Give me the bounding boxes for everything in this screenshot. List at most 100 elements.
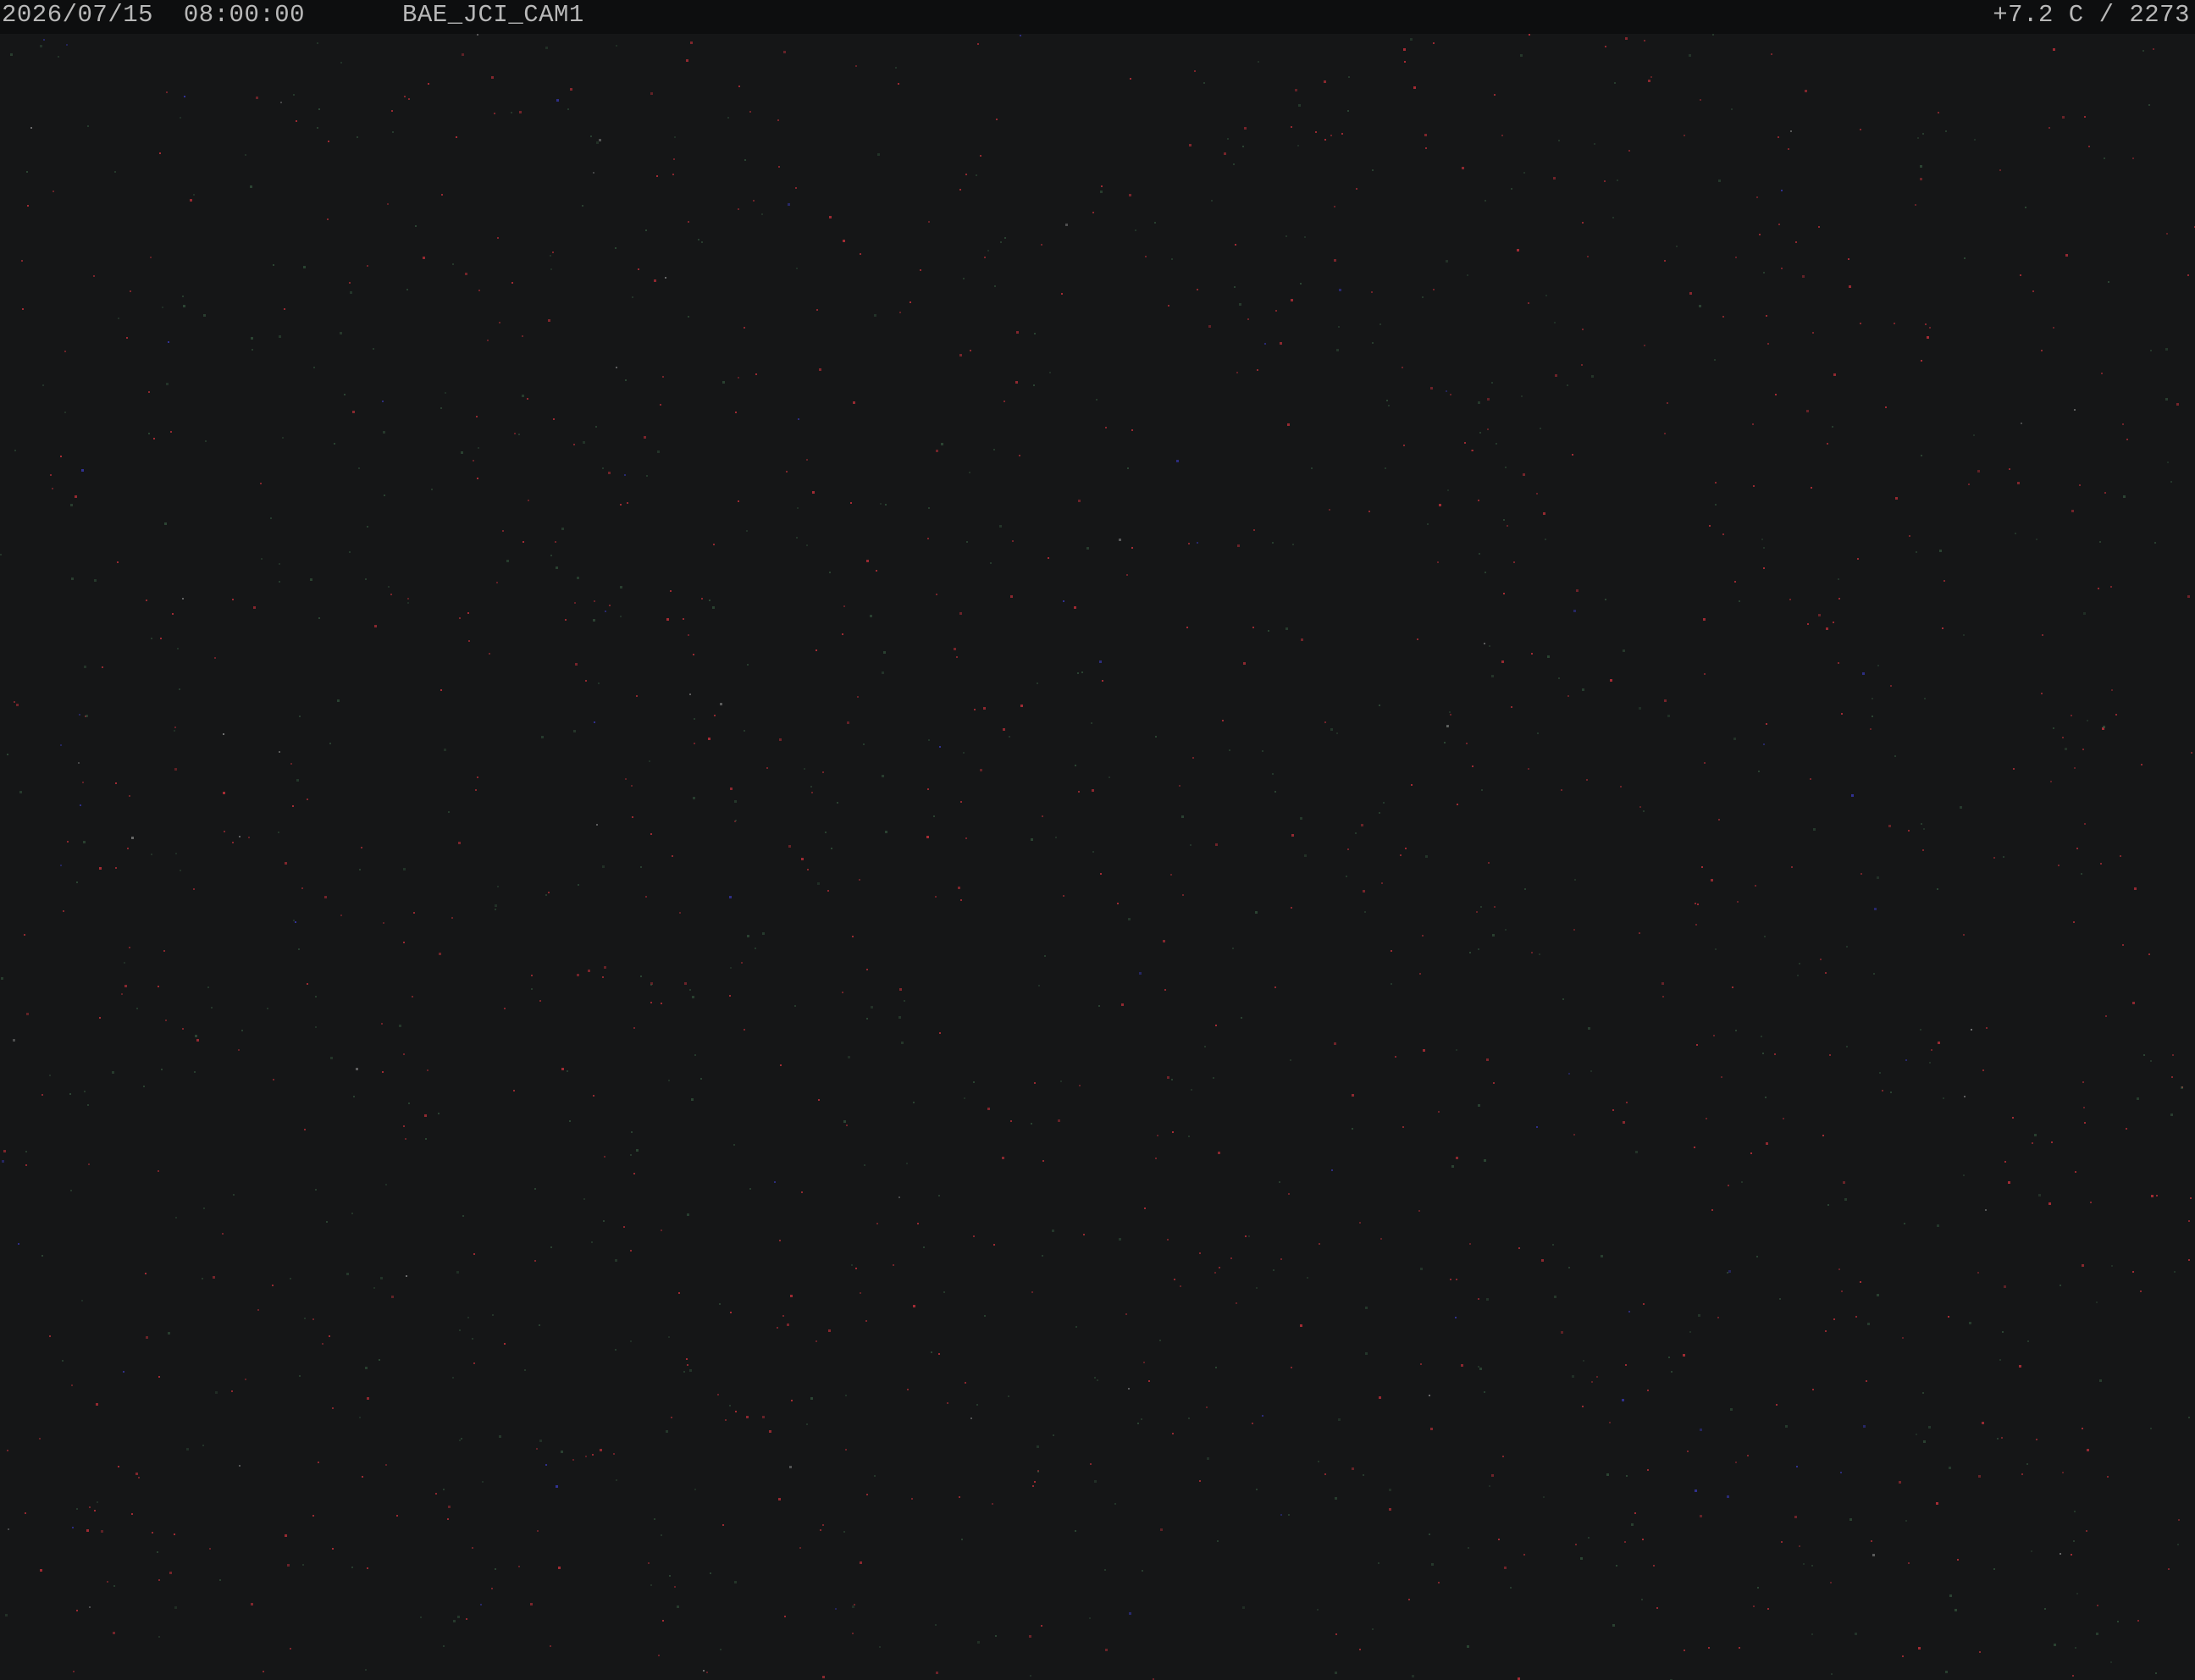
noise-pixel [790, 1295, 793, 1297]
noise-pixel [1507, 525, 1508, 527]
noise-pixel [322, 1343, 323, 1345]
noise-pixel [1581, 364, 1583, 366]
noise-pixel [1331, 1169, 1333, 1171]
noise-pixel [1471, 450, 1473, 451]
noise-pixel [1644, 40, 1645, 41]
noise-pixel [351, 1213, 353, 1214]
noise-pixel [1431, 1563, 1434, 1566]
noise-pixel [1203, 82, 1205, 84]
noise-pixel [1616, 1565, 1617, 1567]
noise-pixel [1204, 1046, 1206, 1047]
noise-pixel [1227, 138, 1229, 140]
noise-pixel [170, 431, 172, 433]
noise-pixel [1217, 1540, 1219, 1542]
noise-pixel [550, 1645, 551, 1647]
noise-pixel [93, 275, 95, 277]
noise-pixel [2117, 1621, 2119, 1622]
noise-pixel [1424, 134, 1427, 136]
noise-pixel [812, 491, 815, 494]
noise-pixel [299, 716, 301, 717]
noise-pixel [1922, 1392, 1924, 1394]
noise-pixel [657, 450, 660, 453]
noise-pixel [539, 1324, 540, 1326]
noise-pixel [114, 171, 116, 173]
noise-pixel [67, 841, 69, 843]
noise-pixel [284, 308, 285, 310]
noise-pixel [1504, 1567, 1507, 1569]
noise-pixel [1031, 838, 1033, 841]
noise-pixel [1699, 305, 1701, 307]
noise-pixel [273, 264, 274, 266]
noise-pixel [2062, 116, 2065, 119]
noise-pixel [2178, 1519, 2180, 1521]
noise-pixel [1747, 1455, 1749, 1456]
noise-pixel [403, 1125, 405, 1127]
noise-pixel [146, 1336, 148, 1339]
noise-pixel [1923, 1440, 1926, 1443]
noise-pixel [453, 1620, 456, 1622]
noise-pixel [1997, 1438, 1999, 1440]
noise-pixel [1513, 561, 1515, 563]
noise-pixel [1430, 1428, 1433, 1430]
noise-pixel [2132, 1002, 2135, 1004]
noise-pixel [1330, 728, 1333, 731]
noise-pixel [1968, 484, 1970, 485]
noise-pixel [2170, 481, 2172, 483]
noise-pixel [477, 776, 478, 778]
noise-pixel [1131, 429, 1133, 431]
noise-pixel [1315, 131, 1317, 133]
noise-pixel [703, 1670, 705, 1672]
noise-pixel [290, 763, 292, 765]
noise-pixel [1827, 443, 1828, 445]
noise-pixel [692, 996, 694, 998]
noise-pixel [388, 586, 390, 588]
noise-pixel [2088, 146, 2090, 147]
noise-pixel [709, 600, 710, 601]
noise-pixel [8, 1528, 9, 1530]
noise-pixel [79, 714, 80, 716]
noise-pixel [1829, 1054, 1831, 1056]
noise-pixel [688, 316, 689, 318]
noise-pixel [1365, 1352, 1368, 1355]
noise-pixel [1487, 398, 1490, 401]
noise-pixel [904, 1000, 905, 1002]
noise-pixel [947, 1402, 948, 1404]
noise-pixel [993, 449, 995, 450]
noise-pixel [1639, 806, 1641, 808]
noise-pixel [1131, 547, 1133, 549]
noise-pixel [285, 1534, 287, 1537]
noise-pixel [290, 1278, 291, 1279]
noise-pixel [506, 560, 509, 562]
noise-pixel [977, 43, 979, 45]
noise-pixel [340, 62, 342, 64]
noise-pixel [573, 730, 576, 732]
noise-pixel [1788, 148, 1789, 150]
noise-pixel [207, 986, 209, 988]
noise-pixel [1763, 547, 1765, 549]
noise-pixel [293, 94, 295, 96]
noise-pixel [852, 936, 854, 937]
noise-pixel [608, 472, 611, 474]
noise-pixel [1687, 1451, 1689, 1452]
noise-pixel [825, 832, 827, 833]
noise-pixel [361, 847, 362, 848]
noise-pixel [1403, 48, 1406, 51]
noise-pixel [1164, 989, 1166, 991]
noise-pixel [330, 1057, 333, 1059]
noise-pixel [1126, 574, 1128, 576]
noise-pixel [1171, 1079, 1173, 1080]
noise-pixel [60, 456, 62, 457]
noise-pixel [215, 1391, 218, 1394]
noise-pixel [1501, 135, 1503, 136]
noise-pixel [160, 638, 162, 639]
noise-pixel [650, 1584, 652, 1586]
noise-pixel [203, 314, 206, 317]
noise-pixel [959, 189, 961, 191]
noise-pixel [837, 802, 838, 804]
noise-pixel [1, 977, 3, 980]
noise-pixel [456, 136, 457, 138]
noise-pixel [1352, 1467, 1354, 1470]
noise-pixel [14, 450, 16, 451]
noise-pixel [1430, 387, 1433, 390]
noise-pixel [2132, 158, 2134, 159]
